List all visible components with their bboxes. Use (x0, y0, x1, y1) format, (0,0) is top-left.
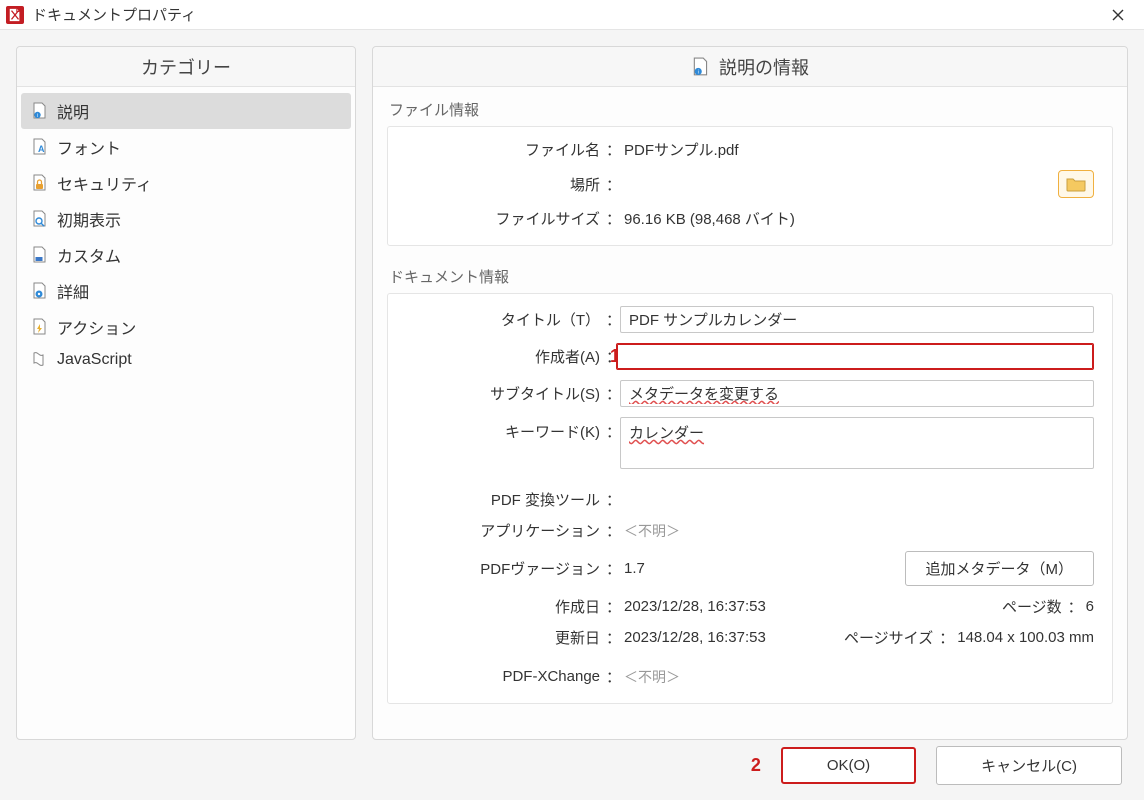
size-label: ファイルサイズ (406, 208, 606, 229)
sidebar-item-label: 初期表示 (57, 207, 121, 231)
file-info-group: ファイル名 ： PDFサンプル.pdf 場所 ： ファイルサイズ ： 96.16… (387, 126, 1113, 246)
created-label: 作成日 (406, 596, 606, 617)
extra-metadata-button[interactable]: 追加メタデータ（M） (905, 551, 1095, 586)
sidebar-item-label: カスタム (57, 243, 121, 267)
sidebar-item-label: 詳細 (57, 279, 89, 303)
javascript-icon (31, 351, 49, 369)
modified-label: 更新日 (406, 627, 606, 648)
sidebar-item-advanced[interactable]: 詳細 (21, 273, 351, 309)
content-header-label: 説明の情報 (719, 54, 809, 80)
pages-label: ページ数 (948, 596, 1068, 617)
app-value: ＜不明＞ (620, 521, 1094, 541)
keyword-label: キーワード(K) (406, 417, 606, 442)
content-header: i 説明の情報 (373, 47, 1127, 87)
sidebar-item-label: セキュリティ (57, 171, 152, 195)
sidebar-item-description[interactable]: i 説明 (21, 93, 351, 129)
xchange-value: ＜不明＞ (620, 667, 1094, 687)
footer: 2 OK(O) キャンセル(C) (0, 740, 1144, 800)
sidebar-item-label: 説明 (57, 99, 89, 123)
doc-info-group: タイトル（T） ： 作成者(A) ： 1 サブタイトル(S) ： キーワード(K… (387, 293, 1113, 704)
sidebar-item-security[interactable]: セキュリティ (21, 165, 351, 201)
author-input[interactable] (616, 343, 1094, 370)
titlebar: ドキュメントプロパティ (0, 0, 1144, 30)
sidebar-list: i 説明 A フォント セキュリティ 初期表示 カスタム 詳細 (17, 87, 355, 381)
close-button[interactable] (1098, 1, 1138, 29)
converter-label: PDF 変換ツール (406, 489, 606, 510)
fonts-icon: A (31, 138, 49, 156)
advanced-icon (31, 282, 49, 300)
svg-text:A: A (38, 144, 45, 154)
version-label: PDFヴァージョン (406, 558, 606, 579)
keyword-input[interactable] (620, 417, 1094, 469)
filename-value: PDFサンプル.pdf (620, 139, 1094, 160)
sidebar-item-javascript[interactable]: JavaScript (21, 345, 351, 375)
security-icon (31, 174, 49, 192)
custom-icon (31, 246, 49, 264)
info-doc-icon: i (691, 57, 711, 77)
size-value: 96.16 KB (98,468 バイト) (620, 208, 1094, 229)
description-icon: i (31, 102, 49, 120)
sidebar-panel: カテゴリー i 説明 A フォント セキュリティ 初期表示 カスタム (16, 46, 356, 740)
subtitle-input[interactable] (620, 380, 1094, 407)
subtitle-label: サブタイトル(S) (406, 383, 606, 404)
svg-text:i: i (698, 69, 699, 75)
author-label: 作成者(A) (406, 346, 606, 367)
pagesize-value: 148.04 x 100.03 mm (953, 629, 1094, 646)
title-label: タイトル（T） (406, 309, 606, 330)
initial-view-icon (31, 210, 49, 228)
sidebar-item-initial-view[interactable]: 初期表示 (21, 201, 351, 237)
xchange-label: PDF-XChange (406, 668, 606, 685)
app-icon (6, 6, 24, 24)
modified-value: 2023/12/28, 16:37:53 (620, 629, 789, 646)
pagesize-label: ページサイズ (819, 627, 939, 648)
title-input[interactable] (620, 306, 1094, 333)
pages-value: 6 (1082, 598, 1094, 615)
filename-label: ファイル名 (406, 139, 606, 160)
created-value: 2023/12/28, 16:37:53 (620, 598, 918, 615)
sidebar-item-actions[interactable]: アクション (21, 309, 351, 345)
annotation-2: 2 (751, 755, 761, 776)
sidebar-item-label: フォント (57, 135, 121, 159)
sidebar-item-label: アクション (57, 315, 136, 339)
window-title: ドキュメントプロパティ (32, 4, 196, 25)
actions-icon (31, 318, 49, 336)
ok-button[interactable]: OK(O) (781, 747, 916, 784)
location-label: 場所 (406, 174, 606, 195)
version-value: 1.7 (620, 560, 875, 577)
open-folder-button[interactable] (1058, 170, 1094, 198)
content-panel: i 説明の情報 ファイル情報 ファイル名 ： PDFサンプル.pdf 場所 ： (372, 46, 1128, 740)
cancel-button[interactable]: キャンセル(C) (936, 746, 1122, 785)
sidebar-item-fonts[interactable]: A フォント (21, 129, 351, 165)
app-label: アプリケーション (406, 520, 606, 541)
doc-info-group-label: ドキュメント情報 (387, 264, 1113, 293)
content-body: ファイル情報 ファイル名 ： PDFサンプル.pdf 場所 ： ファイルサイズ (373, 87, 1127, 736)
sidebar-item-label: JavaScript (57, 351, 132, 369)
sidebar-item-custom[interactable]: カスタム (21, 237, 351, 273)
file-info-group-label: ファイル情報 (387, 97, 1113, 126)
main-area: カテゴリー i 説明 A フォント セキュリティ 初期表示 カスタム (0, 30, 1144, 740)
svg-text:i: i (37, 113, 38, 119)
sidebar-header: カテゴリー (17, 47, 355, 87)
